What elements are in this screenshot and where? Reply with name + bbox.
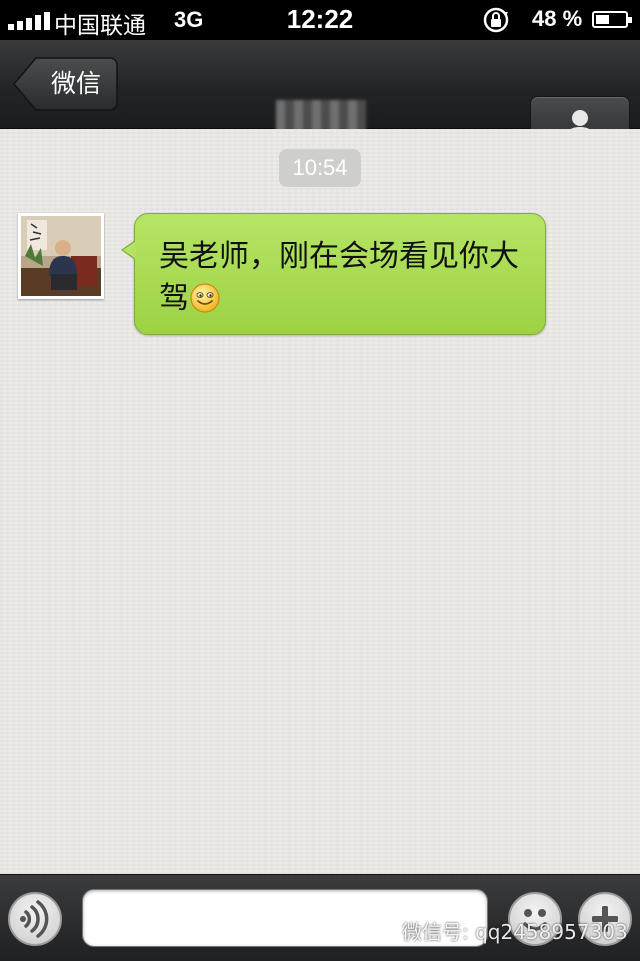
input-bar: 微信号: qq2458957303 [0,874,640,961]
navigation-bar: 微信 [0,40,640,154]
battery-fill [596,15,609,24]
voice-icon [20,900,49,938]
back-label: 微信 [50,69,101,98]
chat-area[interactable]: 10:54 吴老师，刚在会场看见你大驾 [0,129,640,874]
back-button[interactable]: 微信 [12,56,118,112]
message-text: 吴老师，刚在会场看见你大驾 [159,236,529,320]
avatar-photo [21,216,101,296]
bubble-tail [121,240,136,260]
status-bar: 中国联通 3G 12:22 48 % [0,0,640,40]
smiley-icon [190,283,220,313]
message-timestamp: 10:54 [279,149,361,187]
wechat-logo-icon [362,916,396,942]
battery-percent: 48 % [532,6,583,31]
voice-button[interactable] [8,892,62,946]
message-bubble[interactable]: 吴老师，刚在会场看见你大驾 [121,213,546,335]
battery-icon [592,11,632,28]
rotation-lock-icon [483,7,509,33]
watermark-text: 微信号: qq2458957303 [402,919,628,944]
watermark: 微信号: qq2458957303 [362,913,628,947]
avatar[interactable] [18,213,104,299]
